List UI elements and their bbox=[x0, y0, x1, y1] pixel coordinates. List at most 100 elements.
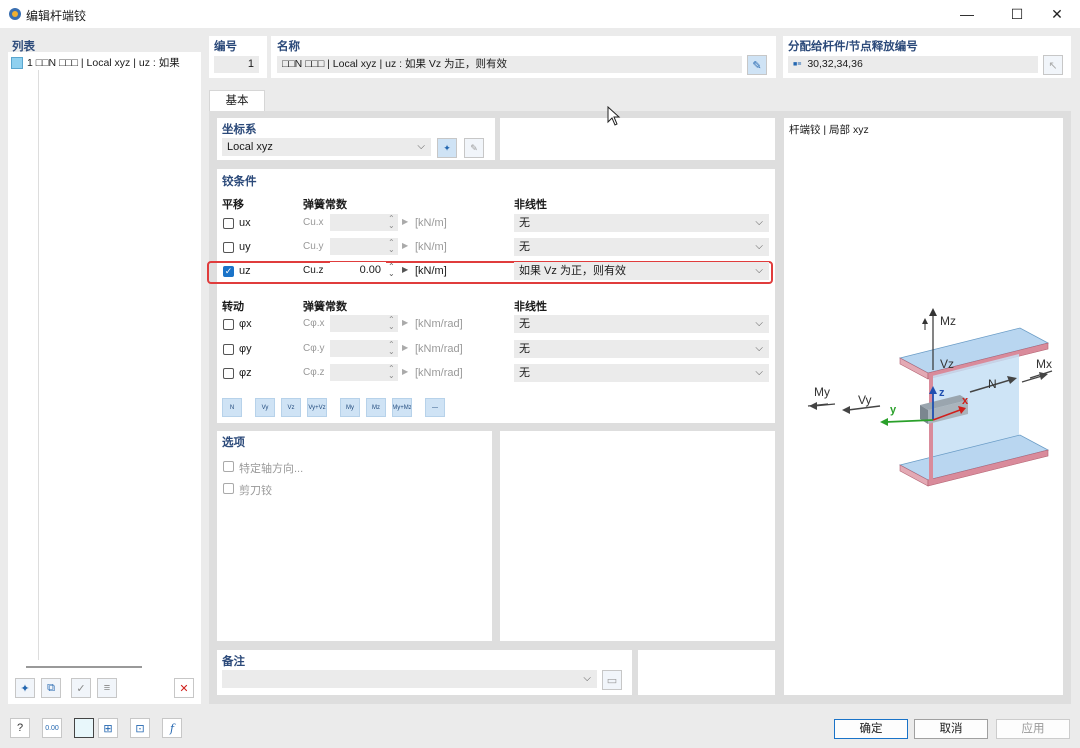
spring-label: 弹簧常数 bbox=[303, 199, 347, 211]
help-icon[interactable]: ? bbox=[10, 718, 30, 738]
preset-vy-button[interactable]: Vy bbox=[255, 398, 275, 417]
uz-nonlinear-select[interactable]: 如果 Vz 为正，则有效 ⌵ bbox=[514, 262, 769, 280]
list-item[interactable]: 1 □□N □□□ | Local xyz | uz : 如果 bbox=[11, 55, 200, 70]
uz-label: uz bbox=[239, 265, 251, 277]
preset-my-button[interactable]: My bbox=[340, 398, 360, 417]
preset-mz-button[interactable]: Mz bbox=[366, 398, 386, 417]
cancel-button[interactable]: 取消 bbox=[914, 719, 988, 739]
scissor-hinge-label: 剪刀铰 bbox=[239, 485, 272, 497]
uz-value[interactable]: 0.00 bbox=[330, 262, 386, 279]
axis-direction-checkbox[interactable] bbox=[223, 461, 234, 472]
list-scrollbar[interactable] bbox=[26, 666, 142, 668]
uy-nonlinear-select[interactable]: 无 ⌵ bbox=[514, 238, 769, 256]
color-icon[interactable] bbox=[74, 718, 94, 738]
preset-n-button[interactable]: N bbox=[222, 398, 242, 417]
phix-checkbox[interactable] bbox=[223, 319, 234, 330]
assigned-field[interactable]: ■≡ 30,32,34,36 bbox=[788, 56, 1038, 73]
phiz-checkbox[interactable] bbox=[223, 368, 234, 379]
phix-label: φx bbox=[239, 318, 252, 330]
uz-checkbox[interactable]: ✓ bbox=[223, 266, 234, 277]
label-x: x bbox=[962, 395, 969, 407]
label-n: N bbox=[988, 377, 997, 391]
phiz-const: Cφ.z bbox=[303, 367, 325, 378]
uncheck-icon[interactable]: ≡ bbox=[97, 678, 117, 698]
nonlinear-label: 非线性 bbox=[514, 199, 547, 211]
phiy-const: Cφ.y bbox=[303, 343, 325, 354]
apply-button[interactable]: 应用 bbox=[996, 719, 1070, 739]
uy-checkbox[interactable] bbox=[223, 242, 234, 253]
phiy-spinner-icon[interactable]: ⌃ ⌄ bbox=[388, 341, 395, 356]
edit-name-icon[interactable]: ✎ bbox=[747, 55, 767, 75]
phiy-nonlinear-select[interactable]: 无 ⌵ bbox=[514, 340, 769, 358]
preset-clear-button[interactable]: — bbox=[425, 398, 445, 417]
name-label: 名称 bbox=[277, 41, 300, 53]
phiz-arrow-icon[interactable]: ▶ bbox=[402, 367, 408, 376]
assigned-value: 30,32,34,36 bbox=[807, 58, 863, 70]
notes-side-panel bbox=[638, 650, 775, 695]
preset-vyvz-button[interactable]: Vy+Vz bbox=[307, 398, 327, 417]
ux-nonlinear-value: 无 bbox=[519, 217, 530, 229]
phiz-spinner-icon[interactable]: ⌃ ⌄ bbox=[388, 365, 395, 380]
notes-select[interactable]: ⌵ bbox=[222, 670, 597, 688]
label-mz: Mz bbox=[940, 314, 956, 328]
check-icon[interactable]: ✓ bbox=[71, 678, 91, 698]
label-y: y bbox=[890, 404, 897, 416]
pick-icon[interactable]: ↖ bbox=[1043, 55, 1063, 75]
label-vz: Vz bbox=[940, 357, 954, 371]
phiz-nonlinear-select[interactable]: 无 ⌵ bbox=[514, 364, 769, 382]
uz-arrow-icon[interactable]: ▶ bbox=[402, 265, 408, 274]
coord-select[interactable]: Local xyz ⌵ bbox=[222, 138, 431, 156]
rot-spring-label: 弹簧常数 bbox=[303, 301, 347, 313]
delete-icon[interactable]: ✕ bbox=[174, 678, 194, 698]
zero-icon[interactable]: 0.00 bbox=[42, 718, 62, 738]
new-item-icon[interactable]: ✦ bbox=[15, 678, 35, 698]
phiy-arrow-icon[interactable]: ▶ bbox=[402, 343, 408, 352]
number-field[interactable]: 1 bbox=[214, 56, 259, 73]
close-window-button[interactable]: ✕ bbox=[1034, 0, 1080, 28]
preset-vz-button[interactable]: Vz bbox=[281, 398, 301, 417]
uz-spinner-icon[interactable]: ⌃ ⌄ bbox=[388, 263, 395, 278]
preview-title: 杆端铰 | 局部 xyz bbox=[789, 124, 869, 136]
chevron-down-icon: ⌵ bbox=[417, 141, 425, 152]
phiy-checkbox[interactable] bbox=[223, 344, 234, 355]
formula-icon[interactable]: f bbox=[162, 718, 182, 738]
chevron-down-icon: ⌵ bbox=[755, 318, 763, 329]
table-icon[interactable]: ⊞ bbox=[98, 718, 118, 738]
axis-direction-label: 特定轴方向... bbox=[239, 463, 304, 475]
chevron-down-icon: ⌵ bbox=[755, 343, 763, 354]
phix-const: Cφ.x bbox=[303, 318, 325, 329]
ux-arrow-icon[interactable]: ▶ bbox=[402, 217, 408, 226]
number-label-text: 编号 bbox=[214, 41, 237, 53]
phix-nonlinear-select[interactable]: 无 ⌵ bbox=[514, 315, 769, 333]
uy-nonlinear-value: 无 bbox=[519, 241, 530, 253]
list-toolbar: ✦ ⧉ ✓ ≡ ✕ bbox=[8, 662, 201, 704]
minimize-button[interactable]: — bbox=[944, 0, 990, 28]
options-side-panel bbox=[500, 431, 775, 641]
notes-library-icon[interactable]: ▭ bbox=[602, 670, 622, 690]
uy-arrow-icon[interactable]: ▶ bbox=[402, 241, 408, 250]
label-mx: Mx bbox=[1036, 357, 1052, 371]
phix-spinner-icon[interactable]: ⌃ ⌄ bbox=[388, 316, 395, 331]
name-field[interactable]: □□N □□□ | Local xyz | uz : 如果 Vz 为正，则有效 bbox=[277, 56, 742, 73]
view-icon[interactable]: ⊡ bbox=[130, 718, 150, 738]
window-title: 编辑杆端铰 bbox=[26, 9, 87, 23]
ux-spinner-icon[interactable]: ⌃ ⌄ bbox=[388, 215, 395, 230]
phix-unit: [kNm/rad] bbox=[415, 318, 463, 330]
copy-item-icon[interactable]: ⧉ bbox=[41, 678, 61, 698]
ux-nonlinear-select[interactable]: 无 ⌵ bbox=[514, 214, 769, 232]
chevron-down-icon: ⌵ bbox=[755, 367, 763, 378]
uz-nonlinear-value: 如果 Vz 为正，则有效 bbox=[519, 265, 626, 277]
phiy-label: φy bbox=[239, 343, 252, 355]
ux-checkbox[interactable] bbox=[223, 218, 234, 229]
preset-mymz-button[interactable]: My+Mz bbox=[392, 398, 412, 417]
scissor-hinge-checkbox[interactable] bbox=[223, 483, 234, 494]
translation-label: 平移 bbox=[222, 199, 244, 211]
hinge-color-swatch bbox=[11, 56, 23, 69]
new-coord-icon[interactable]: ✦ bbox=[437, 138, 457, 158]
uy-spinner-icon[interactable]: ⌃ ⌄ bbox=[388, 239, 395, 254]
phix-arrow-icon[interactable]: ▶ bbox=[402, 318, 408, 327]
tab-basic[interactable]: 基本 bbox=[209, 90, 265, 112]
edit-coord-icon[interactable]: ✎ bbox=[464, 138, 484, 158]
ok-button[interactable]: 确定 bbox=[834, 719, 908, 739]
label-my: My bbox=[814, 385, 830, 399]
